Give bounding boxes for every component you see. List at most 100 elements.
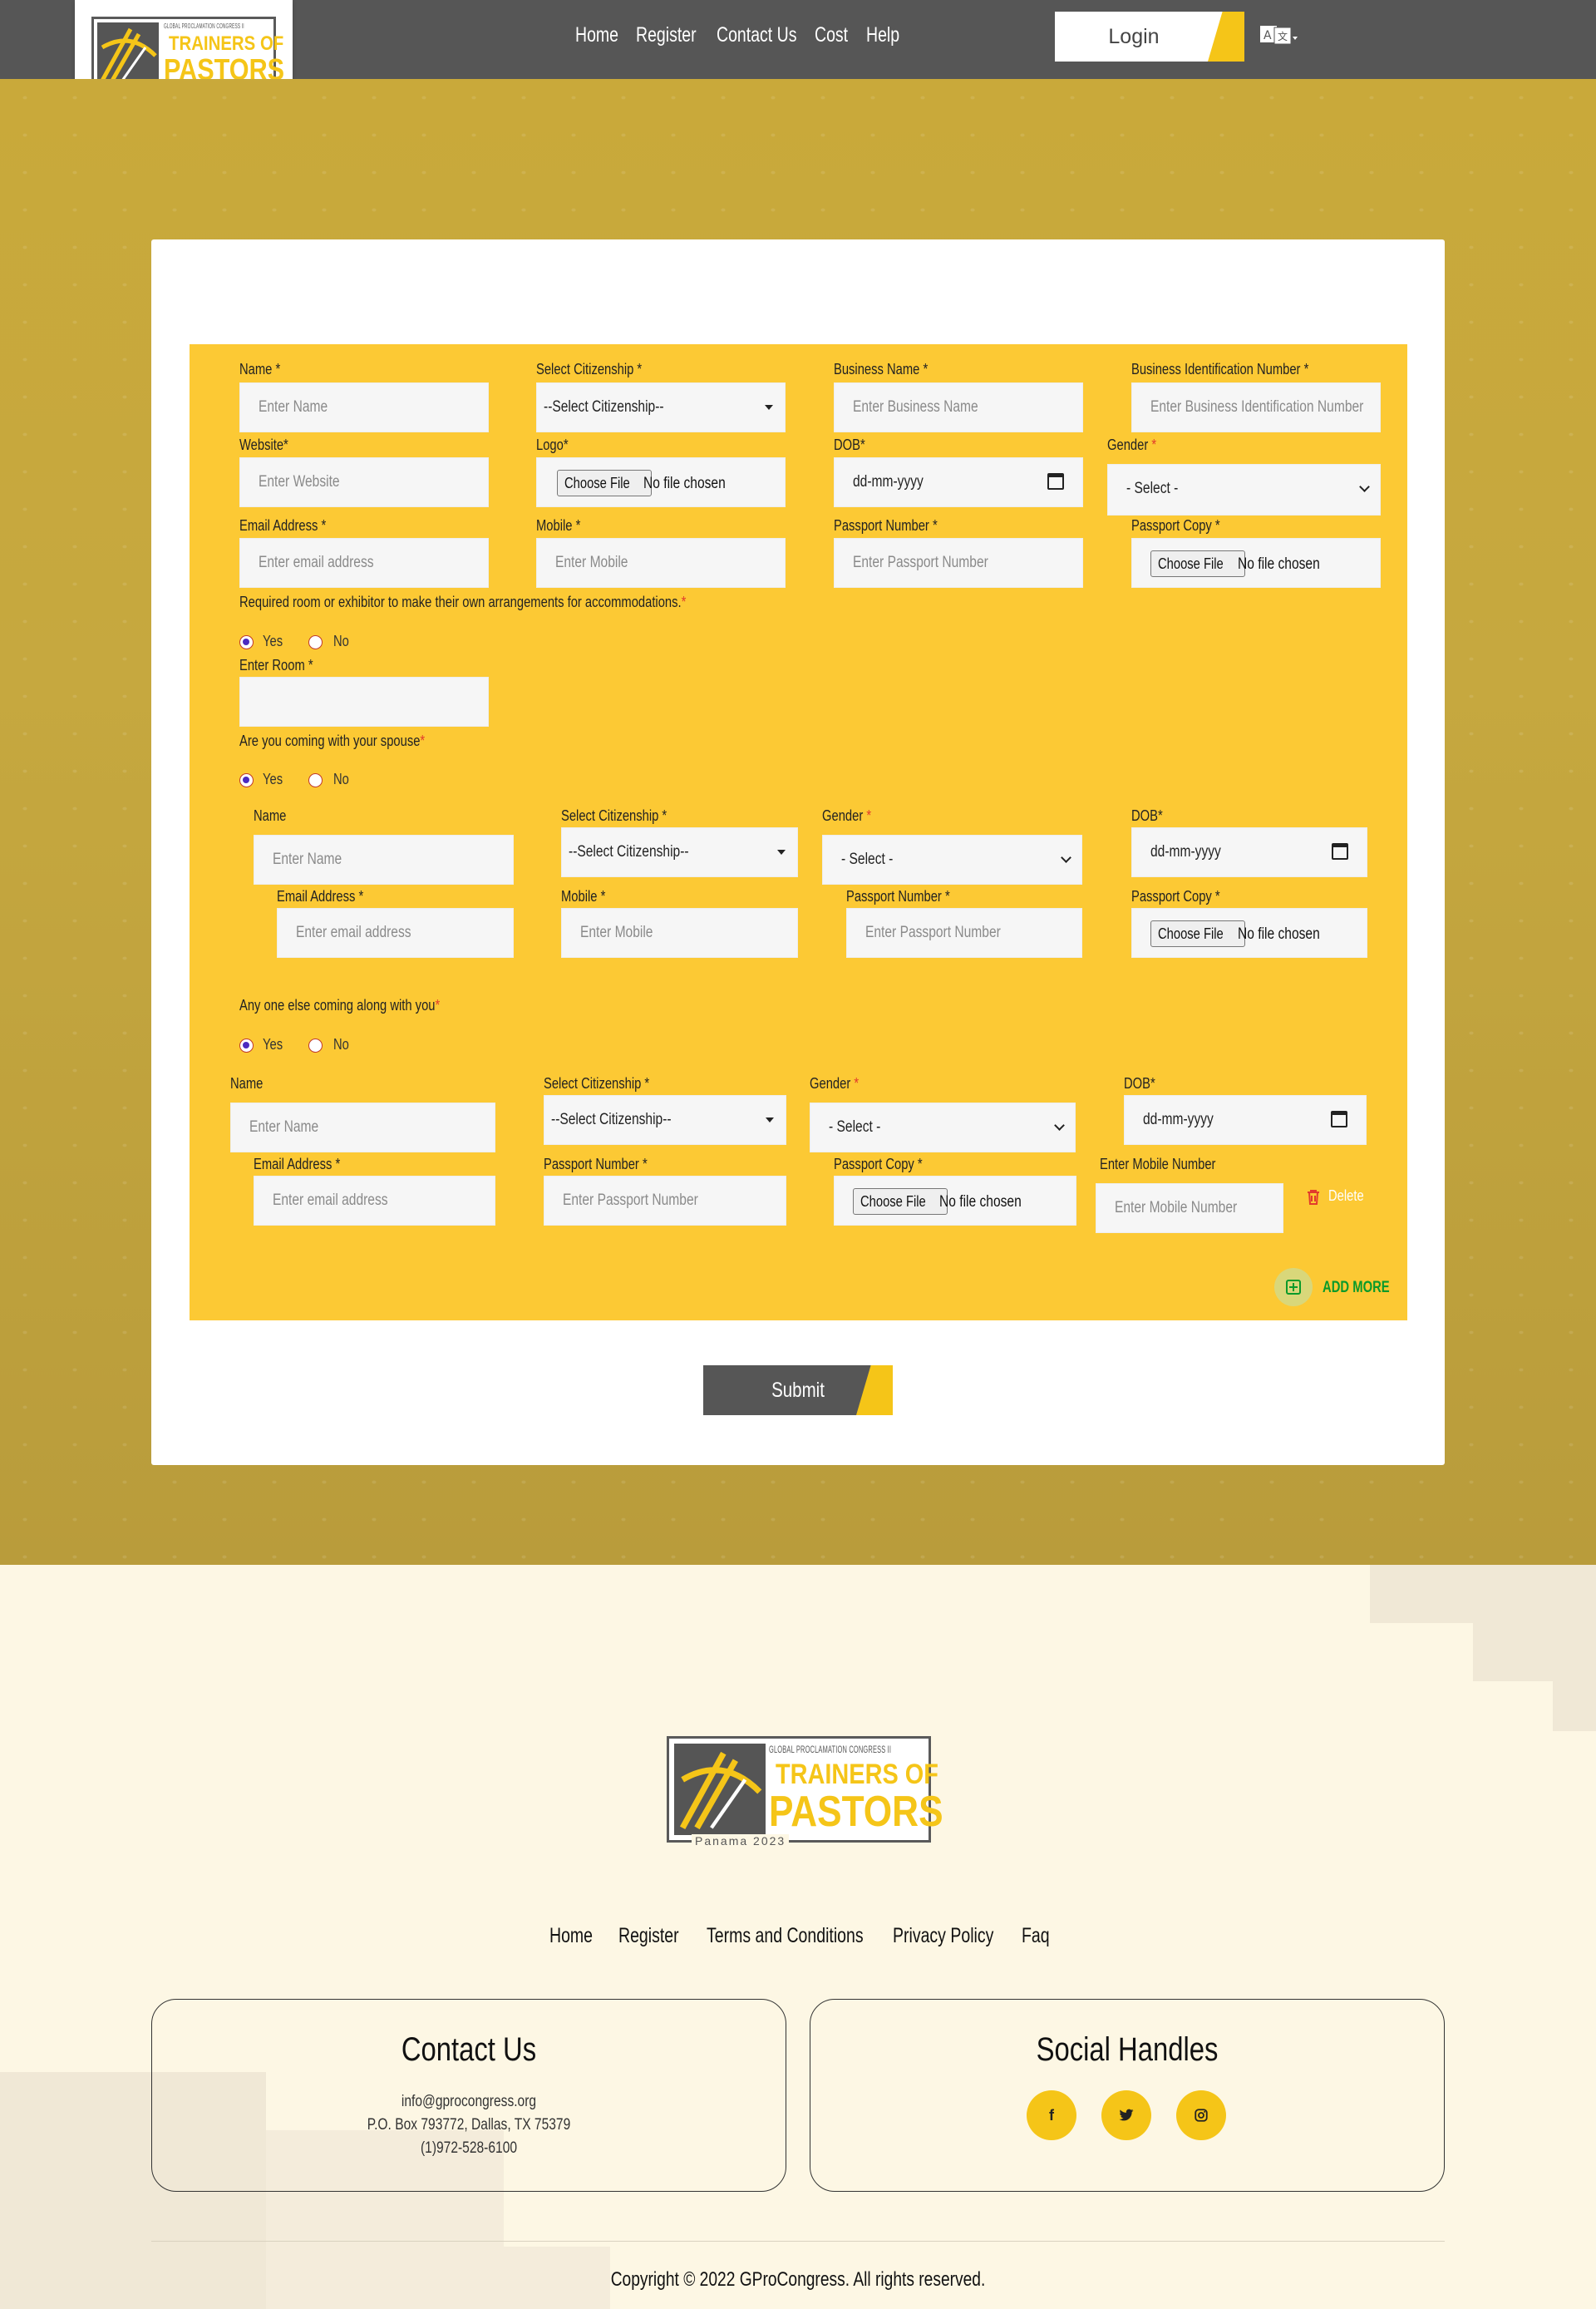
contact-box: Contact Us info@gprocongress.org P.O. Bo… bbox=[151, 1999, 786, 2192]
logo-file-input[interactable]: Choose File No file chosen bbox=[536, 457, 786, 507]
dob-label: DOB* bbox=[834, 437, 865, 453]
companion-email-input[interactable]: Enter email address bbox=[254, 1176, 495, 1226]
translate-icon[interactable]: A文 bbox=[1259, 24, 1298, 46]
footer-logo-line2: PASTORS bbox=[769, 1788, 943, 1836]
caret-down-icon bbox=[777, 850, 786, 855]
footer-nav-terms[interactable]: Terms and Conditions bbox=[707, 1924, 864, 1948]
companion-passport-placeholder: Enter Passport Number bbox=[563, 1192, 698, 1209]
calendar-icon[interactable] bbox=[1331, 1111, 1347, 1127]
twitter-icon[interactable] bbox=[1101, 2090, 1151, 2140]
companion-yes-radio[interactable] bbox=[239, 1039, 254, 1053]
website-input[interactable]: Enter Website bbox=[239, 457, 489, 507]
spouse-yes-label: Yes bbox=[263, 771, 283, 787]
citizenship-label: Select Citizenship * bbox=[536, 361, 643, 377]
spouse-mobile-input[interactable]: Enter Mobile bbox=[561, 908, 798, 958]
dob-input[interactable]: dd-mm-yyyy bbox=[834, 457, 1083, 507]
nav-home[interactable]: Home bbox=[575, 23, 618, 47]
room-question: Required room or exhibitor to make their… bbox=[239, 594, 687, 610]
spouse-citizenship-select[interactable]: --Select Citizenship-- bbox=[561, 827, 798, 877]
companion-passport-copy-label: Passport Copy * bbox=[834, 1156, 923, 1172]
footer-nav-home[interactable]: Home bbox=[549, 1924, 593, 1948]
spouse-dob-input[interactable]: dd-mm-yyyy bbox=[1131, 827, 1367, 877]
companion-name-input[interactable]: Enter Name bbox=[230, 1103, 495, 1152]
chevron-down-icon bbox=[1359, 481, 1370, 492]
website-label: Website* bbox=[239, 437, 288, 453]
footer-logo[interactable]: GLOBAL PROCLAMATION CONGRESS II TRAINERS… bbox=[665, 1736, 943, 1848]
nav-contact-us[interactable]: Contact Us bbox=[717, 23, 796, 47]
companion-mobile-label: Enter Mobile Number bbox=[1100, 1156, 1216, 1172]
nav-register[interactable]: Register bbox=[636, 23, 697, 47]
companion-passport-input[interactable]: Enter Passport Number bbox=[544, 1176, 786, 1226]
contact-phone[interactable]: (1)972-528-6100 bbox=[209, 2139, 729, 2158]
spouse-passport-label: Passport Number * bbox=[846, 888, 950, 905]
spouse-name-placeholder: Enter Name bbox=[273, 851, 342, 868]
file-status: No file chosen bbox=[643, 475, 726, 492]
name-input[interactable]: Enter Name bbox=[239, 382, 489, 432]
gender-label: Gender * bbox=[1107, 437, 1157, 453]
room-no-radio[interactable] bbox=[308, 635, 323, 649]
companion-no-radio[interactable] bbox=[308, 1039, 323, 1053]
bin-placeholder: Enter Business Identification Number bbox=[1150, 398, 1364, 416]
footer-nav-faq[interactable]: Faq bbox=[1022, 1924, 1050, 1948]
spouse-dob-label: DOB* bbox=[1131, 807, 1163, 824]
facebook-icon[interactable]: f bbox=[1027, 2090, 1076, 2140]
companion-gender-label: Gender * bbox=[810, 1075, 860, 1092]
citizenship-select[interactable]: --Select Citizenship-- bbox=[536, 382, 786, 432]
companion-citizenship-value: --Select Citizenship-- bbox=[551, 1111, 672, 1128]
companion-mobile-input[interactable]: Enter Mobile Number bbox=[1096, 1183, 1283, 1233]
passport-label: Passport Number * bbox=[834, 517, 938, 534]
nav-cost[interactable]: Cost bbox=[815, 23, 848, 47]
spouse-name-input[interactable]: Enter Name bbox=[254, 835, 514, 885]
passport-input[interactable]: Enter Passport Number bbox=[834, 538, 1083, 588]
passport-copy-file-input[interactable]: Choose File No file chosen bbox=[1131, 538, 1381, 588]
spouse-mobile-label: Mobile * bbox=[561, 888, 606, 905]
companion-gender-value: - Select - bbox=[829, 1118, 881, 1136]
svg-text:A: A bbox=[1264, 29, 1272, 42]
footer-nav-privacy[interactable]: Privacy Policy bbox=[893, 1924, 993, 1948]
calendar-icon[interactable] bbox=[1047, 473, 1064, 490]
login-button[interactable]: Login bbox=[1055, 12, 1244, 62]
name-placeholder: Enter Name bbox=[259, 398, 328, 416]
contact-email[interactable]: info@gprocongress.org bbox=[209, 2093, 729, 2111]
choose-file-button[interactable]: Choose File bbox=[853, 1188, 948, 1215]
room-input[interactable] bbox=[239, 677, 489, 727]
spouse-passport-copy-file-input[interactable]: Choose File No file chosen bbox=[1131, 908, 1367, 958]
spouse-name-label: Name bbox=[254, 807, 287, 824]
room-yes-radio[interactable] bbox=[239, 635, 254, 649]
calendar-icon[interactable] bbox=[1332, 843, 1348, 860]
instagram-icon[interactable] bbox=[1176, 2090, 1226, 2140]
companion-mobile-placeholder: Enter Mobile Number bbox=[1115, 1199, 1238, 1216]
spouse-gender-label: Gender * bbox=[822, 807, 872, 824]
companion-passport-copy-file-input[interactable]: Choose File No file chosen bbox=[834, 1176, 1076, 1226]
spouse-gender-select[interactable]: - Select - bbox=[822, 835, 1082, 885]
companion-name-label: Name bbox=[230, 1075, 264, 1092]
spouse-email-label: Email Address * bbox=[277, 888, 364, 905]
email-input[interactable]: Enter email address bbox=[239, 538, 489, 588]
logo-emblem-icon bbox=[674, 1744, 766, 1835]
submit-button[interactable]: Submit bbox=[703, 1365, 893, 1415]
chevron-down-icon bbox=[1054, 1120, 1065, 1131]
login-label: Login bbox=[1108, 25, 1160, 48]
spouse-gender-value: - Select - bbox=[841, 851, 894, 868]
bin-input[interactable]: Enter Business Identification Number bbox=[1131, 382, 1381, 432]
mobile-input[interactable]: Enter Mobile bbox=[536, 538, 786, 588]
footer-nav-register[interactable]: Register bbox=[618, 1924, 679, 1948]
companion-name-placeholder: Enter Name bbox=[249, 1118, 319, 1136]
nav-help[interactable]: Help bbox=[866, 23, 899, 47]
business-name-input[interactable]: Enter Business Name bbox=[834, 382, 1083, 432]
email-label: Email Address * bbox=[239, 517, 327, 534]
companion-citizenship-select[interactable]: --Select Citizenship-- bbox=[544, 1095, 786, 1145]
choose-file-button[interactable]: Choose File bbox=[1150, 550, 1246, 577]
room-yes-label: Yes bbox=[263, 633, 283, 649]
spouse-email-input[interactable]: Enter email address bbox=[277, 908, 514, 958]
spouse-email-placeholder: Enter email address bbox=[296, 924, 411, 941]
choose-file-button[interactable]: Choose File bbox=[557, 470, 653, 496]
spouse-citizenship-label: Select Citizenship * bbox=[561, 807, 667, 824]
spouse-yes-radio[interactable] bbox=[239, 773, 254, 787]
choose-file-button[interactable]: Choose File bbox=[1150, 920, 1246, 947]
companion-gender-select[interactable]: - Select - bbox=[810, 1103, 1076, 1152]
companion-dob-input[interactable]: dd-mm-yyyy bbox=[1124, 1095, 1367, 1145]
gender-select[interactable]: - Select - bbox=[1107, 464, 1381, 516]
spouse-no-radio[interactable] bbox=[308, 773, 323, 787]
spouse-passport-input[interactable]: Enter Passport Number bbox=[846, 908, 1082, 958]
